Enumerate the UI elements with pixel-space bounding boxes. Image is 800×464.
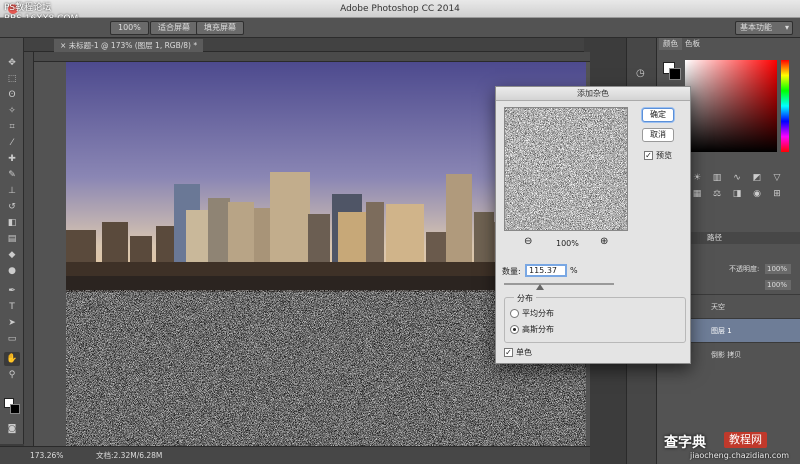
pen-tool-icon[interactable]: ✒ [4, 284, 20, 298]
curves-icon[interactable]: ∿ [729, 172, 745, 184]
workspace-label: 基本功能 [740, 23, 772, 32]
brush-tool-icon[interactable]: ✎ [4, 168, 20, 182]
monochromatic-checkbox[interactable]: ✓ [504, 348, 513, 357]
crop-tool-icon[interactable]: ⌗ [4, 120, 20, 134]
document-tab-label: 未标题-1 @ 173% (图层 1, RGB/8) * [68, 41, 198, 50]
window-title: Adobe Photoshop CC 2014 [340, 4, 460, 14]
lasso-tool-icon[interactable]: ʘ [4, 88, 20, 102]
layer-row-layer1[interactable]: 图层 1 [689, 318, 800, 342]
zoom-in-icon[interactable]: ⊕ [600, 236, 608, 247]
move-tool-icon[interactable]: ✥ [4, 56, 20, 70]
background-color-swatch[interactable] [10, 404, 20, 414]
document-tab[interactable]: × 未标题-1 @ 173% (图层 1, RGB/8) * [54, 39, 204, 52]
photo-filter-icon[interactable]: ◉ [749, 188, 765, 200]
opacity-row: 不透明度: 100% [689, 262, 800, 276]
gradient-tool-icon[interactable]: ▤ [4, 232, 20, 246]
layers-tab-bar: 路径 [689, 232, 800, 244]
black-white-icon[interactable]: ◨ [729, 188, 745, 200]
document-tab-bar: × 未标题-1 @ 173% (图层 1, RGB/8) * [24, 38, 584, 52]
amount-input[interactable]: 115.37 [525, 264, 567, 277]
close-tab-icon[interactable]: × [60, 41, 69, 50]
workspace-select[interactable]: 基本功能 ▾ [735, 21, 793, 35]
monochromatic-label: 单色 [516, 348, 532, 357]
color-picker-field[interactable] [685, 60, 777, 152]
document-size-status: 文档:2.32M/6.28M [96, 451, 163, 460]
dodge-tool-icon[interactable]: ● [4, 264, 20, 278]
path-select-tool-icon[interactable]: ➤ [4, 316, 20, 330]
hue-slider[interactable] [781, 60, 789, 152]
hand-tool-icon[interactable]: ✋ [4, 352, 20, 366]
amount-slider-thumb[interactable] [536, 284, 544, 290]
eyedropper-tool-icon[interactable]: ⁄ [4, 136, 20, 150]
fill-screen-button[interactable]: 填充屏幕 [196, 21, 244, 35]
title-bar: Adobe Photoshop CC 2014 [0, 0, 800, 18]
fill-field[interactable]: 100% [765, 280, 791, 290]
fit-screen-button[interactable]: 适合屏幕 [150, 21, 198, 35]
preview-zoom-value: 100% [556, 239, 579, 248]
color-panel-background[interactable] [669, 68, 681, 80]
layer-name: 天空 [711, 303, 725, 311]
opacity-field[interactable]: 100% [765, 264, 791, 274]
noise-preview[interactable] [504, 107, 628, 231]
ok-button[interactable]: 确定 [642, 108, 674, 122]
tools-panel: ✥ ⬚ ʘ ✧ ⌗ ⁄ ✚ ✎ ⊥ ↺ ◧ ▤ ◆ ● ✒ T ➤ ▭ ✋ ⚲ … [0, 38, 24, 444]
tab-swatches[interactable]: 色板 [681, 38, 704, 50]
amount-label: 数量: [502, 267, 521, 276]
color-balance-icon[interactable]: ⚖ [709, 188, 725, 200]
zoom-100-button[interactable]: 100% [110, 21, 149, 35]
levels-icon[interactable]: ▥ [709, 172, 725, 184]
layer-name: 图层 1 [711, 327, 732, 335]
healing-brush-tool-icon[interactable]: ✚ [4, 152, 20, 166]
history-icon[interactable]: ◷ [636, 68, 645, 79]
opacity-label: 不透明度: [729, 265, 760, 273]
site-watermark-url: jiaocheng.chazidian.com [690, 451, 790, 460]
magic-wand-tool-icon[interactable]: ✧ [4, 104, 20, 118]
amount-unit: % [570, 266, 578, 275]
uniform-radio[interactable] [510, 309, 519, 318]
preview-label: 预览 [656, 151, 672, 160]
hue-saturation-icon[interactable]: ▦ [689, 188, 705, 200]
type-tool-icon[interactable]: T [4, 300, 20, 314]
preview-checkbox[interactable]: ✓ [644, 151, 653, 160]
tab-paths[interactable]: 路径 [707, 232, 722, 244]
amount-slider-track[interactable] [504, 283, 614, 285]
layer-name: 倒影 拷贝 [711, 351, 742, 359]
history-brush-tool-icon[interactable]: ↺ [4, 200, 20, 214]
exposure-icon[interactable]: ◩ [749, 172, 765, 184]
gaussian-label: 高斯分布 [522, 325, 554, 334]
shape-tool-icon[interactable]: ▭ [4, 332, 20, 346]
blur-tool-icon[interactable]: ◆ [4, 248, 20, 262]
quick-mask-icon[interactable]: ◙ [4, 422, 20, 436]
fill-row: 100% [689, 278, 800, 292]
channel-mixer-icon[interactable]: ⊞ [769, 188, 785, 200]
layer-row-reflection-copy[interactable]: 倒影 拷贝 [689, 342, 800, 366]
brightness-icon[interactable]: ☀ [689, 172, 705, 184]
vertical-ruler [24, 52, 34, 446]
layer-row-sky[interactable]: 天空 [689, 294, 800, 318]
add-noise-dialog: 添加杂色 确定 取消 ✓ 预览 ⊖ 100% ⊕ 数量: 115.37 % 分布… [495, 86, 691, 364]
zoom-status[interactable]: 173.26% [30, 447, 63, 464]
marquee-tool-icon[interactable]: ⬚ [4, 72, 20, 86]
site-watermark-brand: 查字典 [664, 435, 706, 451]
stamp-tool-icon[interactable]: ⊥ [4, 184, 20, 198]
options-bar: 100% 适合屏幕 填充屏幕 基本功能 ▾ [0, 18, 800, 38]
horizontal-ruler [34, 52, 590, 62]
zoom-out-icon[interactable]: ⊖ [524, 236, 532, 247]
eraser-tool-icon[interactable]: ◧ [4, 216, 20, 230]
uniform-label: 平均分布 [522, 309, 554, 318]
gaussian-radio[interactable] [510, 325, 519, 334]
adjustments-grid: ☀ ▥ ∿ ◩ ▽ ▦ ⚖ ◨ ◉ ⊞ [689, 172, 800, 216]
dialog-title[interactable]: 添加杂色 [496, 87, 690, 101]
zoom-tool-icon[interactable]: ⚲ [4, 368, 20, 382]
tab-color[interactable]: 颜色 [659, 38, 682, 50]
status-bar: 173.26% 文档:2.32M/6.28M [0, 446, 590, 464]
chevron-down-icon: ▾ [784, 23, 789, 32]
distribution-label: 分布 [514, 293, 536, 304]
site-watermark-tag: 教程网 [724, 432, 767, 448]
photoshop-window: Adobe Photoshop CC 2014 PS教程论坛 BBS.16XX8… [0, 0, 800, 464]
vibrance-icon[interactable]: ▽ [769, 172, 785, 184]
watermark-line1: PS教程论坛 [4, 3, 52, 13]
cancel-button[interactable]: 取消 [642, 128, 674, 142]
